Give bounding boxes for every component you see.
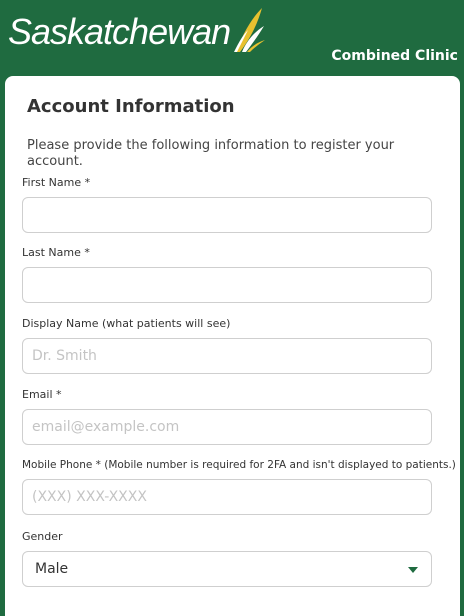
last-name-input[interactable]: [22, 267, 432, 303]
first-name-group: First Name *: [22, 176, 432, 233]
saskatchewan-logo: Saskatchewan: [8, 6, 266, 54]
last-name-group: Last Name *: [22, 246, 432, 303]
display-name-input[interactable]: [22, 338, 432, 374]
gender-selected-value: Male: [35, 561, 69, 577]
form-instructions: Please provide the following information…: [27, 138, 395, 169]
email-label: Email *: [22, 388, 62, 401]
display-name-group: Display Name (what patients will see): [22, 317, 432, 374]
mobile-phone-group: Mobile Phone * (Mobile number is require…: [22, 458, 456, 515]
gender-select[interactable]: Male: [22, 551, 432, 587]
gender-group: Gender Male: [22, 530, 432, 587]
logo-wordmark: Saskatchewan: [8, 11, 231, 52]
display-name-label: Display Name (what patients will see): [22, 317, 231, 330]
first-name-input[interactable]: [22, 197, 432, 233]
mobile-phone-label: Mobile Phone * (Mobile number is require…: [22, 459, 456, 471]
page-title: Account Information: [27, 96, 235, 117]
last-name-label: Last Name *: [22, 246, 90, 259]
gender-label: Gender: [22, 530, 63, 543]
email-input[interactable]: [22, 409, 432, 445]
email-group: Email *: [22, 388, 432, 445]
clinic-name: Combined Clinic: [331, 48, 458, 64]
caret-down-icon: [408, 567, 418, 573]
mobile-phone-input[interactable]: [22, 479, 432, 515]
wheat-sheaf-icon: [234, 8, 266, 52]
first-name-label: First Name *: [22, 176, 91, 189]
